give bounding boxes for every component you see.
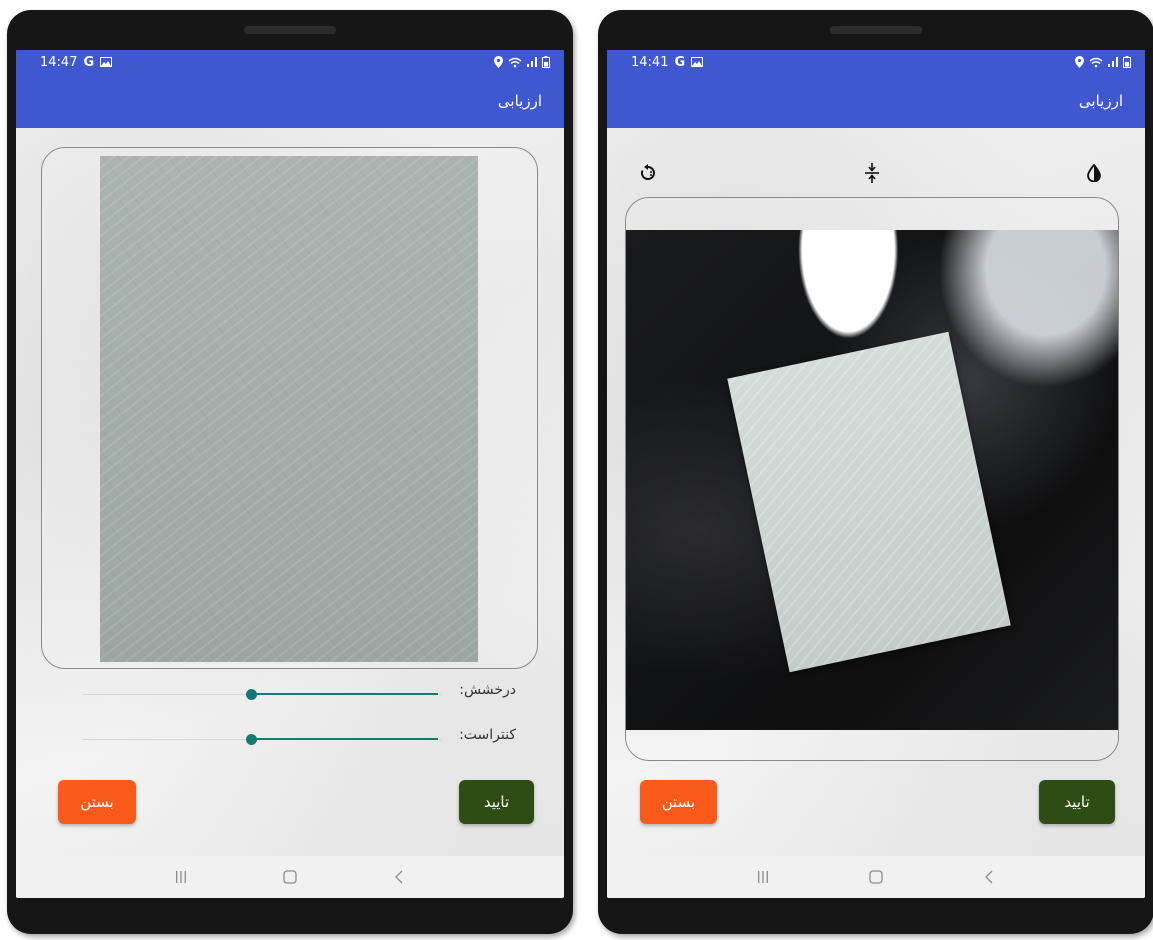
contrast-slider-row: کنتراست: [66,725,516,755]
rotate-icon [640,164,655,180]
navigation-bar [16,856,564,898]
confirm-button[interactable]: تایید [1039,780,1115,824]
home-button[interactable] [275,862,305,892]
close-button[interactable]: بستن [58,780,136,824]
google-icon: G [674,54,686,70]
paper-image-preview [100,156,478,662]
page-title: ارزیابی [1078,92,1123,110]
status-left: 14:47 G [40,54,113,70]
status-time: 14:41 [631,54,669,70]
status-right [1075,56,1131,68]
wifi-icon [508,57,522,67]
paper-in-photo [727,331,1011,673]
brightness-slider-row: درخشش: [66,680,516,710]
google-icon: G [83,54,95,70]
speaker-grille [830,26,922,34]
recent-apps-icon [758,871,769,883]
device-frame-left: 14:47 G ارزیابی درخشش: کنتراست: تایید بس… [7,10,573,934]
compress-icon [865,163,879,183]
image-toolbar [607,160,1145,188]
signal-icon [527,57,537,67]
image-icon [691,57,704,67]
page-title: ارزیابی [497,92,542,110]
screen-left: 14:47 G ارزیابی درخشش: کنتراست: تایید بس… [16,50,564,898]
battery-icon [542,56,550,68]
image-icon [100,57,113,67]
recent-apps-button[interactable] [748,862,778,892]
battery-icon [1123,56,1131,68]
brightness-label: درخشش: [459,682,516,698]
contrast-button[interactable] [1081,160,1107,186]
location-icon [494,56,503,68]
confirm-button[interactable]: تایید [459,780,534,824]
location-icon [1075,56,1084,68]
close-button[interactable]: بستن [640,780,717,824]
contrast-icon [1087,164,1101,182]
back-icon [395,870,403,884]
image-crop-frame [625,197,1119,761]
compress-button[interactable] [859,160,885,186]
back-icon [984,870,993,884]
back-button[interactable] [384,862,414,892]
screen-right: 14:41 G ارزیابی تایید بستن [607,50,1145,898]
contrast-fill [252,738,438,740]
contrast-label: کنتراست: [459,727,516,743]
contrast-thumb[interactable] [246,734,257,745]
home-icon [283,870,297,884]
recent-apps-button[interactable] [166,862,196,892]
rotate-button[interactable] [635,160,661,186]
recent-apps-icon [175,871,186,883]
signal-icon [1108,57,1118,67]
speaker-grille [244,26,336,34]
status-time: 14:47 [40,54,78,70]
app-bar: ارزیابی [16,74,564,128]
status-bar: 14:41 G [607,50,1145,74]
captured-photo[interactable] [626,230,1118,730]
status-right [494,56,550,68]
status-bar: 14:47 G [16,50,564,74]
image-preview-frame [41,147,538,669]
wifi-icon [1089,57,1103,67]
brightness-fill [252,693,438,695]
app-bar: ارزیابی [607,74,1145,128]
navigation-bar [607,856,1145,898]
back-button[interactable] [974,862,1004,892]
home-icon [869,870,883,884]
brightness-thumb[interactable] [246,689,257,700]
home-button[interactable] [861,862,891,892]
device-frame-right: 14:41 G ارزیابی تایید بستن [598,10,1153,934]
status-left: 14:41 G [631,54,704,70]
